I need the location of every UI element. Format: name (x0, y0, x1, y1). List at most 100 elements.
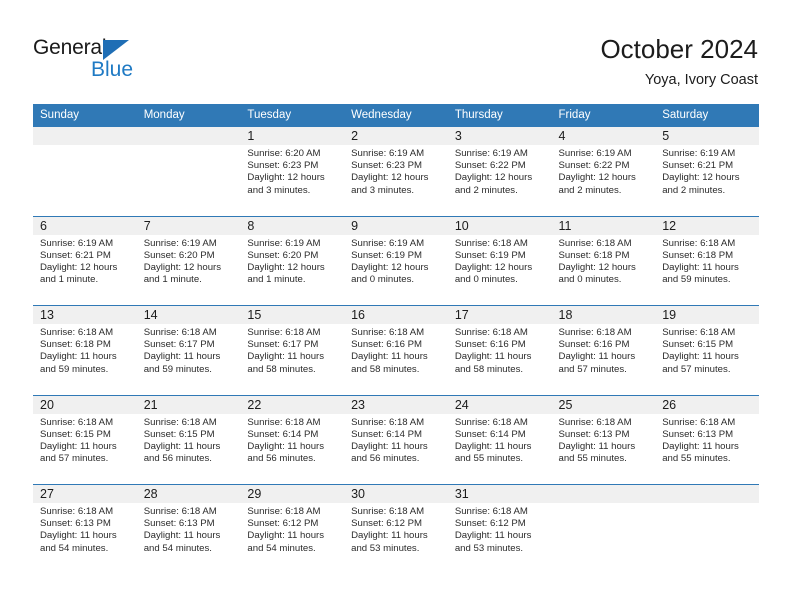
day-cell[interactable]: 5 Sunrise: 6:19 AM Sunset: 6:21 PM Daylight… (655, 127, 759, 216)
day-cell[interactable]: 23 Sunrise: 6:18 AM Sunset: 6:14 PM Dayligh… (344, 395, 448, 484)
day-number: 3 (447, 127, 552, 145)
daylight-text: and 55 minutes. (558, 453, 627, 465)
sunset-text: Sunset: 6:18 PM (40, 339, 111, 351)
daylight-text: Daylight: 12 hours (247, 172, 325, 184)
day-cell[interactable]: 17 Sunrise: 6:18 AM Sunset: 6:16 PM Dayligh… (447, 306, 552, 395)
day-sun-info: Sunrise: 6:19 AM Sunset: 6:21 PM Daylight:… (655, 145, 759, 197)
sunset-text: Sunset: 6:23 PM (351, 160, 423, 172)
daylight-text: and 58 minutes. (454, 363, 524, 375)
sunrise-text: Sunrise: 6:18 AM (454, 506, 528, 517)
sunrise-text: Sunrise: 6:18 AM (40, 416, 114, 428)
sunset-text: Sunset: 6:21 PM (662, 160, 734, 172)
sunset-text: Sunset: 6:18 PM (662, 249, 734, 261)
sunrise-text: Sunrise: 6:19 AM (40, 237, 114, 249)
day-cell-empty (33, 127, 137, 216)
day-cell[interactable]: 3 Sunrise: 6:19 AM Sunset: 6:22 PM Daylight… (447, 127, 552, 216)
day-cell[interactable]: 11 Sunrise: 6:18 AM Sunset: 6:18 PM Dayligh… (551, 216, 656, 305)
sunrise-text: Sunrise: 6:18 AM (247, 327, 321, 338)
daylight-text: Daylight: 11 hours (662, 440, 739, 452)
day-cell[interactable]: 24 Sunrise: 6:18 AM Sunset: 6:14 PM Dayligh… (447, 395, 552, 484)
day-cell[interactable]: 15 Sunrise: 6:18 AM Sunset: 6:17 PM Dayligh… (240, 306, 345, 395)
day-cell[interactable]: 12 Sunrise: 6:18 AM Sunset: 6:18 PM Dayligh… (655, 216, 759, 305)
calendar-weeks: 1 Sunrise: 6:20 AM Sunset: 6:23 PM Daylight… (33, 127, 759, 574)
daylight-text: and 3 minutes. (247, 184, 311, 196)
sunset-text: Sunset: 6:19 PM (351, 249, 423, 261)
day-cell[interactable]: 10 Sunrise: 6:18 AM Sunset: 6:19 PM Dayligh… (447, 216, 552, 305)
daylight-text: Daylight: 11 hours (143, 530, 221, 542)
sunset-text: Sunset: 6:17 PM (143, 339, 215, 351)
daylight-text: Daylight: 12 hours (454, 172, 533, 184)
sunset-text: Sunset: 6:13 PM (558, 428, 630, 440)
sunset-text: Sunset: 6:20 PM (247, 249, 319, 261)
day-cell[interactable]: 13 Sunrise: 6:18 AM Sunset: 6:18 PM Dayligh… (33, 306, 137, 395)
day-sun-info: Sunrise: 6:18 AM Sunset: 6:13 PM Daylight:… (33, 503, 137, 555)
day-sun-info: Sunrise: 6:19 AM Sunset: 6:20 PM Daylight:… (137, 235, 241, 287)
day-cell[interactable]: 28 Sunrise: 6:18 AM Sunset: 6:13 PM Dayligh… (136, 485, 241, 574)
day-cell[interactable]: 26 Sunrise: 6:18 AM Sunset: 6:13 PM Dayligh… (655, 395, 759, 484)
day-cell[interactable]: 9 Sunrise: 6:19 AM Sunset: 6:19 PM Daylight… (344, 216, 448, 305)
day-cell[interactable]: 2 Sunrise: 6:19 AM Sunset: 6:23 PM Daylight… (344, 127, 448, 216)
day-cell[interactable]: 14 Sunrise: 6:18 AM Sunset: 6:17 PM Dayligh… (136, 306, 241, 395)
day-cell[interactable]: 27 Sunrise: 6:18 AM Sunset: 6:13 PM Dayligh… (33, 485, 137, 574)
sunset-text: Sunset: 6:18 PM (558, 249, 630, 261)
day-cell[interactable]: 21 Sunrise: 6:18 AM Sunset: 6:15 PM Dayligh… (136, 395, 241, 484)
day-cell-empty (551, 485, 656, 574)
sunrise-text: Sunrise: 6:18 AM (351, 327, 425, 338)
sunset-text: Sunset: 6:12 PM (247, 518, 319, 530)
daylight-text: Daylight: 12 hours (558, 172, 636, 184)
day-cell[interactable]: 6 Sunrise: 6:19 AM Sunset: 6:21 PM Daylight… (33, 216, 137, 305)
daylight-text: Daylight: 11 hours (247, 351, 325, 363)
day-cell[interactable]: 29 Sunrise: 6:18 AM Sunset: 6:12 PM Dayligh… (240, 485, 345, 574)
daylight-text: Daylight: 12 hours (351, 172, 429, 184)
daylight-text: and 59 minutes. (662, 274, 731, 286)
daylight-text: and 58 minutes. (351, 363, 420, 375)
daylight-text: Daylight: 12 hours (40, 261, 118, 273)
sunrise-text: Sunrise: 6:19 AM (247, 237, 321, 249)
daylight-text: Daylight: 11 hours (351, 530, 428, 542)
daylight-text: Daylight: 11 hours (454, 440, 532, 452)
daylight-text: Daylight: 11 hours (247, 440, 325, 452)
day-number: 27 (33, 485, 137, 503)
sunrise-text: Sunrise: 6:19 AM (454, 148, 528, 159)
sunrise-text: Sunrise: 6:18 AM (351, 416, 425, 428)
day-cell[interactable]: 4 Sunrise: 6:19 AM Sunset: 6:22 PM Daylight… (551, 127, 656, 216)
day-cell[interactable]: 22 Sunrise: 6:18 AM Sunset: 6:14 PM Dayligh… (240, 395, 345, 484)
daylight-text: and 3 minutes. (351, 184, 415, 196)
daylight-text: and 0 minutes. (558, 274, 622, 286)
day-cell[interactable]: 20 Sunrise: 6:18 AM Sunset: 6:15 PM Dayligh… (33, 395, 137, 484)
calendar-grid: Sunday Monday Tuesday Wednesday Thursday Frid… (33, 104, 759, 574)
day-number: 31 (447, 485, 552, 503)
daylight-text: and 54 minutes. (247, 542, 316, 554)
day-cell[interactable]: 25 Sunrise: 6:18 AM Sunset: 6:13 PM Dayligh… (551, 395, 656, 484)
day-number: 25 (551, 395, 656, 414)
daylight-text: Daylight: 11 hours (558, 440, 636, 452)
sunset-text: Sunset: 6:16 PM (351, 339, 423, 351)
day-cell[interactable]: 7 Sunrise: 6:19 AM Sunset: 6:20 PM Daylight… (136, 216, 241, 305)
sunrise-text: Sunrise: 6:18 AM (143, 506, 217, 517)
day-number: 21 (136, 395, 241, 414)
day-cell[interactable]: 1 Sunrise: 6:20 AM Sunset: 6:23 PM Daylight… (240, 127, 345, 216)
day-sun-info: Sunrise: 6:18 AM Sunset: 6:14 PM Daylight:… (344, 414, 448, 466)
sunrise-text: Sunrise: 6:18 AM (247, 416, 321, 428)
day-cell[interactable]: 18 Sunrise: 6:18 AM Sunset: 6:16 PM Dayligh… (551, 306, 656, 395)
day-of-week-header-friday: Friday (558, 109, 591, 121)
day-number (551, 485, 656, 503)
daylight-text: Daylight: 11 hours (143, 351, 221, 363)
day-sun-info: Sunrise: 6:18 AM Sunset: 6:14 PM Daylight:… (240, 414, 344, 466)
day-sun-info: Sunrise: 6:18 AM Sunset: 6:16 PM Daylight:… (344, 324, 448, 376)
sunrise-text: Sunrise: 6:18 AM (662, 327, 736, 338)
day-cell[interactable]: 8 Sunrise: 6:19 AM Sunset: 6:20 PM Daylight… (240, 216, 345, 305)
daylight-text: Daylight: 11 hours (40, 530, 117, 542)
title-block: October 2024 Yoya, Ivory Coast (600, 33, 758, 90)
day-cell[interactable]: 19 Sunrise: 6:18 AM Sunset: 6:15 PM Dayligh… (655, 306, 759, 395)
day-of-week-header-monday: Monday (143, 109, 185, 121)
day-number: 6 (33, 216, 137, 235)
day-sun-info: Sunrise: 6:18 AM Sunset: 6:16 PM Daylight:… (448, 324, 552, 376)
day-cell[interactable]: 16 Sunrise: 6:18 AM Sunset: 6:16 PM Dayligh… (344, 306, 448, 395)
day-cell[interactable]: 30 Sunrise: 6:18 AM Sunset: 6:12 PM Dayligh… (344, 485, 448, 574)
day-cell[interactable]: 31 Sunrise: 6:18 AM Sunset: 6:12 PM Dayligh… (447, 485, 552, 574)
sunset-text: Sunset: 6:13 PM (143, 518, 215, 530)
day-number: 4 (551, 127, 656, 145)
daylight-text: Daylight: 11 hours (662, 351, 739, 363)
daylight-text: and 59 minutes. (143, 363, 212, 375)
